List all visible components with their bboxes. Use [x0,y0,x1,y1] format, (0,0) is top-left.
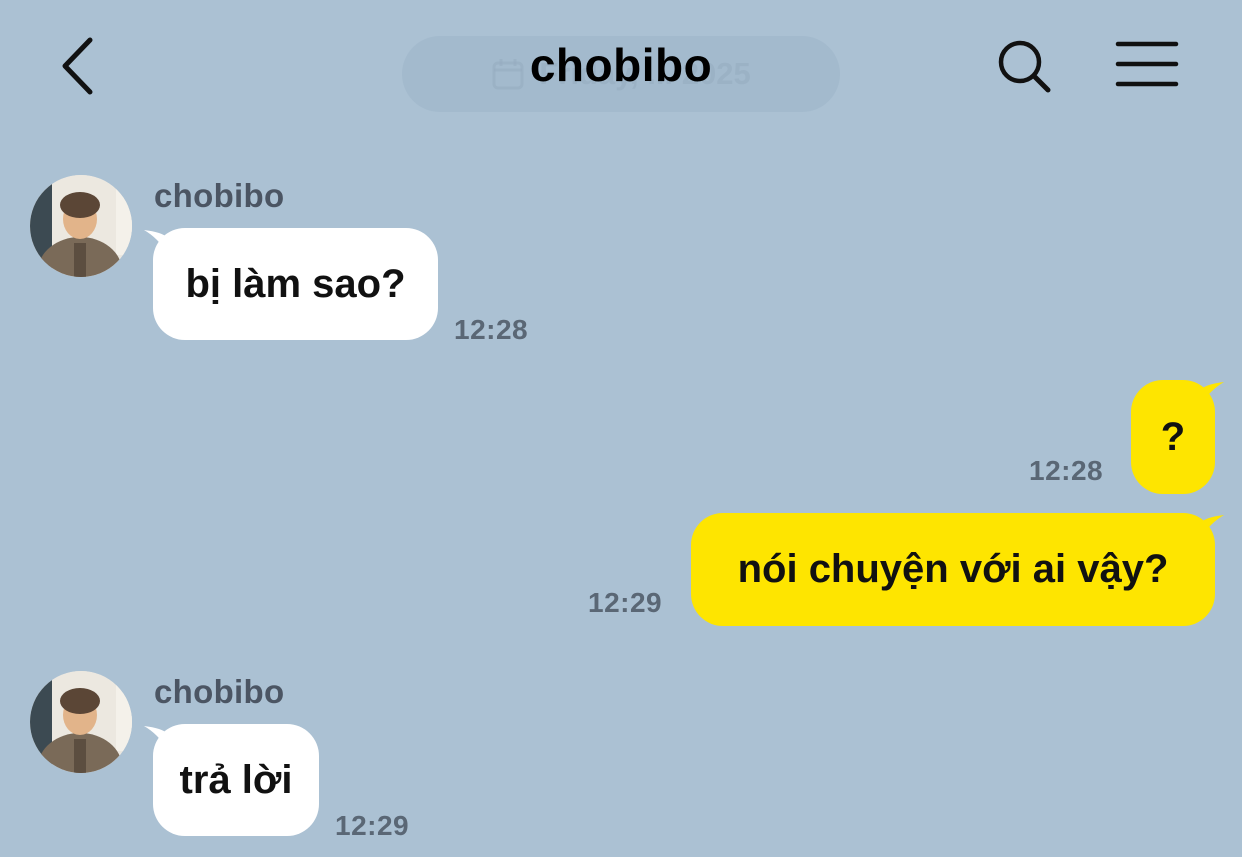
message-text: nói chuyện với ai vậy? [737,547,1169,591]
avatar[interactable] [30,175,132,277]
message-bubble[interactable]: nói chuyện với ai vậy? [691,513,1215,626]
bubble-tail [1200,515,1224,539]
message-bubble[interactable]: trả lời [153,724,319,836]
hamburger-menu-icon [1115,41,1179,87]
search-icon [998,40,1051,93]
back-button[interactable] [50,30,110,100]
calendar-icon [492,59,524,90]
date-label: Friday, ... 2025 [539,56,751,91]
date-pill: Friday, ... 2025 [402,36,840,112]
message-time: 12:28 [454,314,529,345]
message-text: trả lời [179,757,293,802]
message-time: 12:29 [335,810,410,841]
menu-button[interactable] [1112,36,1182,96]
chat-header: Friday, ... 2025 chobibo [0,0,1242,135]
message-time: 12:29 [588,587,663,618]
message-time: 12:28 [1029,455,1104,486]
sender-name: chobibo [154,177,285,214]
message-text: bị làm sao? [185,261,406,306]
message-bubble[interactable]: bị làm sao? [153,228,438,340]
avatar[interactable] [30,671,132,773]
sender-name: chobibo [154,673,285,710]
bubble-tail [1200,382,1224,406]
message-text: ? [1160,414,1186,459]
search-button[interactable] [992,34,1058,100]
chevron-left-icon [62,37,93,95]
